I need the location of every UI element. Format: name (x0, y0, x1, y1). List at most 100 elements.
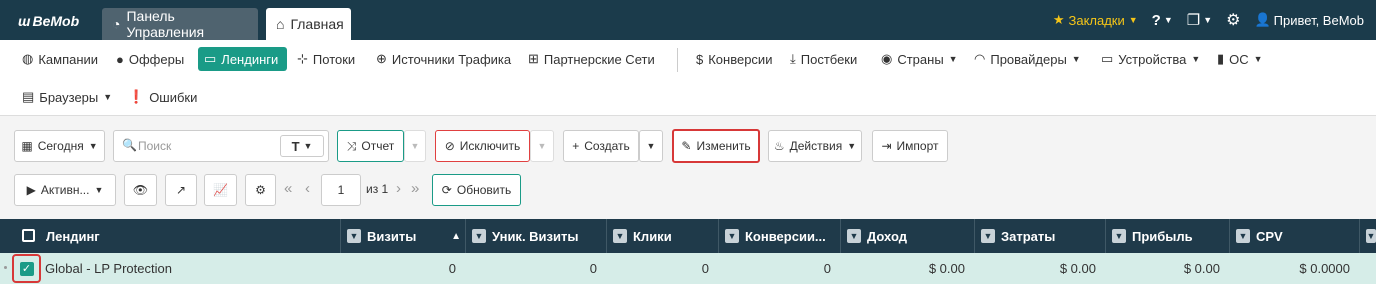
landing-page-icon: ▭ (204, 51, 217, 66)
user-menu[interactable]: 👤 Привет, BeMob (1254, 12, 1364, 28)
col-conversions[interactable]: ▼ Конверсии... (719, 219, 841, 253)
nav-providers[interactable]: ◠ Провайдеры ▼ (968, 47, 1087, 71)
exclude-button[interactable]: ⊘ Исключить (435, 130, 530, 162)
col-next[interactable]: ▼ (1360, 219, 1376, 253)
col-visits[interactable]: ▼ Визиты ▲ (341, 219, 466, 253)
bookmarks-menu[interactable]: ★ Закладки ▼ (1053, 12, 1138, 28)
tab-dashboard[interactable]: ◔ Панель Управления (102, 8, 258, 40)
fire-icon: ♨ (773, 139, 785, 153)
sort-asc-icon: ▲ (451, 230, 461, 242)
exclamation-icon: ❗ (128, 89, 145, 104)
status-filter-select[interactable]: ▶ Активн... ▼ (14, 174, 116, 206)
col-unique-visits[interactable]: ▼ Уник. Визиты (466, 219, 607, 253)
filter-icon[interactable]: ▼ (1236, 229, 1250, 243)
table-row[interactable]: Global - LP Protection 0 0 0 0 $ 0.00 $ … (0, 253, 1376, 284)
import-button[interactable]: ⇥ Импорт (872, 130, 948, 162)
nav-affiliate-networks[interactable]: ⊞ Партнерские Сети (522, 47, 661, 71)
search-input[interactable]: 🔍 Поиск T ▼ (113, 130, 329, 162)
nav-flows[interactable]: ⊹ Потоки (291, 47, 361, 71)
nav-postbacks[interactable]: ⤓ Постбеки (784, 47, 863, 71)
filter-icon[interactable]: ▼ (1112, 229, 1126, 243)
nav-countries[interactable]: ◉ Страны ▼ (875, 47, 964, 71)
prev-page-icon[interactable]: ‹ (305, 180, 310, 197)
sitemap-icon: ⊹ (297, 51, 308, 66)
import-icon: ⇥ (881, 139, 892, 153)
filter-icon[interactable]: ▼ (981, 229, 995, 243)
nav-landings[interactable]: ▭ Лендинги (198, 47, 287, 71)
page-number-input[interactable]: 1 (321, 174, 361, 206)
row-select-checkbox[interactable]: ✓ (12, 254, 41, 283)
first-page-icon[interactable]: « (284, 180, 292, 197)
campaign-icon: ◍ (22, 51, 34, 66)
filter-icon[interactable]: ▼ (725, 229, 739, 243)
chevron-down-icon: ▼ (948, 54, 958, 64)
col-cost[interactable]: ▼ Затраты (975, 219, 1106, 253)
windows-menu[interactable]: ❐ ▼ (1187, 11, 1212, 29)
cell-conversions: 0 (823, 261, 831, 276)
eye-icon: 👁 (132, 183, 149, 197)
chevron-down-icon: ▼ (94, 185, 104, 195)
col-cpv[interactable]: ▼ CPV (1230, 219, 1360, 253)
nav-conversions[interactable]: $ Конверсии (690, 47, 778, 71)
mobile-icon: ▮ (1217, 51, 1225, 66)
chart-button[interactable]: 📈 (204, 174, 237, 206)
filter-icon[interactable]: ▼ (1366, 229, 1376, 243)
date-range-select[interactable]: ▦ Сегодня ▼ (14, 130, 105, 162)
cell-profit: $ 0.00 (1183, 261, 1220, 276)
edit-button[interactable]: ✎ Изменить (672, 129, 760, 163)
settings-button[interactable]: ⚙ (1226, 10, 1240, 30)
play-icon: ▶ (26, 183, 36, 197)
col-clicks[interactable]: ▼ Клики (607, 219, 719, 253)
laptop-icon: ▭ (1101, 51, 1114, 66)
share-button[interactable]: ↗ (165, 174, 197, 206)
chevron-down-icon: ▼ (1253, 54, 1263, 64)
chevron-down-icon: ▼ (1191, 54, 1201, 64)
col-profit[interactable]: ▼ Прибыль (1106, 219, 1230, 253)
nav-campaigns[interactable]: ◍ Кампании (16, 47, 104, 71)
exclude-dropdown[interactable]: ▼ (530, 130, 554, 162)
column-settings-button[interactable]: ⚙ (245, 174, 276, 206)
create-dropdown[interactable]: ▼ (639, 130, 663, 162)
filter-icon[interactable]: ▼ (472, 229, 486, 243)
download-icon: ⤓ (790, 51, 796, 66)
chevron-down-icon: ▼ (646, 141, 656, 151)
last-page-icon[interactable]: » (411, 180, 419, 197)
cell-landing-name[interactable]: Global - LP Protection (45, 253, 341, 284)
select-all-checkbox[interactable] (22, 229, 35, 242)
page-total-label: из 1 (366, 182, 389, 196)
col-landing[interactable]: Лендинг (40, 219, 341, 253)
refresh-button[interactable]: ⟳ Обновить (432, 174, 521, 206)
nav-errors[interactable]: ❗ Ошибки (122, 85, 203, 109)
next-page-icon[interactable]: › (396, 180, 401, 197)
chevron-down-icon: ▼ (410, 141, 420, 151)
help-menu[interactable]: ? ▼ (1152, 12, 1173, 29)
preview-button[interactable]: 👁 (124, 174, 157, 206)
globe-icon: ◉ (881, 51, 893, 66)
col-revenue[interactable]: ▼ Доход (841, 219, 975, 253)
nav-traffic-sources[interactable]: ⊕ Источники Трафика (370, 47, 517, 71)
main-nav: ◍ Кампании ● Офферы ▭ Лендинги ⊹ Потоки … (0, 40, 1376, 116)
search-icon: 🔍 (122, 138, 137, 152)
tab-home[interactable]: ⌂ Главная (266, 8, 351, 40)
nav-devices[interactable]: ▭ Устройства ▼ (1095, 47, 1206, 71)
create-button[interactable]: + Создать (563, 130, 639, 162)
search-type-select[interactable]: T ▼ (280, 135, 324, 157)
user-icon: 👤 (1254, 12, 1271, 27)
nav-browsers[interactable]: ▤ Браузеры ▼ (16, 85, 118, 109)
wifi-icon: ◠ (974, 51, 986, 66)
filter-icon[interactable]: ▼ (347, 229, 361, 243)
top-bar: ɯ BeMob ◔ Панель Управления ⌂ Главная ★ … (0, 0, 1376, 40)
table-header: Лендинг ▼ Визиты ▲ ▼ Уник. Визиты ▼ Клик… (0, 219, 1376, 253)
filter-icon[interactable]: ▼ (613, 229, 627, 243)
filter-icon[interactable]: ▼ (847, 229, 861, 243)
chevron-down-icon: ▼ (1128, 15, 1138, 25)
chevron-down-icon: ▼ (1163, 15, 1173, 25)
bemob-logo[interactable]: ɯ BeMob (18, 13, 79, 29)
report-dropdown[interactable]: ▼ (404, 130, 426, 162)
nav-os[interactable]: ▮ ОС ▼ (1211, 47, 1269, 71)
actions-menu-button[interactable]: ♨ Действия ▼ (768, 130, 862, 162)
nav-offers[interactable]: ● Офферы (110, 47, 190, 71)
chevron-down-icon: ▼ (1071, 54, 1081, 64)
report-button[interactable]: ⤨ Отчет (337, 130, 404, 162)
chevron-down-icon: ▼ (303, 141, 313, 151)
